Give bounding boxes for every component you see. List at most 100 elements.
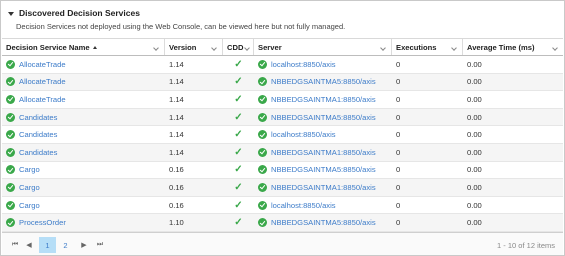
column-header-server[interactable]: Server — [254, 39, 392, 55]
service-name-link[interactable]: ProcessOrder — [19, 218, 66, 227]
average-time-cell: 0.00 — [463, 214, 563, 231]
panel-header[interactable]: Discovered Decision Services — [8, 7, 140, 19]
server-ok-icon — [258, 59, 267, 69]
service-name-link[interactable]: Cargo — [19, 183, 40, 192]
cdd-check-icon: ✓ — [234, 146, 243, 158]
server-link[interactable]: localhost:8850/axis — [271, 60, 336, 69]
column-header-name[interactable]: Decision Service Name — [2, 39, 165, 55]
server-link[interactable]: NBBEDGSAINTMA5:8850/axis — [271, 77, 376, 86]
service-name-link[interactable]: AllocateTrade — [19, 95, 66, 104]
server-link[interactable]: NBBEDGSAINTMA5:8850/axis — [271, 113, 376, 122]
version-value: 0.16 — [169, 165, 184, 175]
column-menu-chevron-icon[interactable] — [153, 45, 159, 51]
server-link[interactable]: localhost:8850/axis — [271, 201, 336, 210]
cdd-check-icon: ✓ — [234, 76, 243, 88]
table-row[interactable]: Cargo 0.16 ✓ NBBEDGSAINTMA1:8850/axis 0 0.00 — [2, 179, 563, 197]
column-header-version[interactable]: Version — [165, 39, 223, 55]
status-ok-icon — [6, 77, 15, 87]
server-cell: localhost:8850/axis — [254, 197, 392, 214]
prev-page-button[interactable]: ◀ — [22, 237, 36, 253]
status-ok-icon — [6, 130, 15, 140]
table-row[interactable]: AllocateTrade 1.14 ✓ NBBEDGSAINTMA5:8850/ax… — [2, 73, 563, 92]
service-name-link[interactable]: Candidates — [19, 113, 57, 122]
server-link[interactable]: NBBEDGSAINTMA1:8850/axis — [271, 183, 376, 192]
average-time-value: 0.00 — [467, 200, 482, 210]
status-ok-icon — [6, 59, 15, 69]
column-header-average-time[interactable]: Average Time (ms) — [463, 39, 563, 55]
executions-cell: 0 — [392, 162, 463, 179]
table-row[interactable]: AllocateTrade 1.14 ✓ NBBEDGSAINTMA1:8850/ax… — [2, 91, 563, 109]
last-page-button[interactable]: ⏭ — [93, 237, 107, 253]
next-page-button[interactable]: ▶ — [77, 237, 91, 253]
average-time-value: 0.00 — [467, 77, 482, 87]
executions-cell: 0 — [392, 91, 463, 108]
table-row[interactable]: Candidates 1.14 ✓ localhost:8850/axis 0 0.00 — [2, 126, 563, 144]
average-time-value: 0.00 — [467, 218, 482, 228]
grid-body: AllocateTrade 1.14 ✓ localhost:8850/axis 0 0.… — [2, 56, 563, 232]
service-name-link[interactable]: Candidates — [19, 130, 57, 139]
table-row[interactable]: ProcessOrder 1.10 ✓ NBBEDGSAINTMA5:8850/axi… — [2, 214, 563, 232]
server-link[interactable]: localhost:8850/axis — [271, 130, 336, 139]
name-cell: Cargo — [2, 179, 165, 196]
server-ok-icon — [258, 130, 267, 140]
executions-value: 0 — [396, 165, 401, 175]
service-name-link[interactable]: Cargo — [19, 165, 40, 174]
version-value: 1.14 — [169, 112, 184, 122]
cdd-cell: ✓ — [223, 74, 254, 91]
page-2-button[interactable]: 2 — [57, 237, 74, 253]
average-time-value: 0.00 — [467, 130, 482, 140]
status-ok-icon — [6, 147, 15, 157]
column-header-executions[interactable]: Executions — [392, 39, 463, 55]
average-time-cell: 0.00 — [463, 56, 563, 73]
service-name-link[interactable]: AllocateTrade — [19, 60, 66, 69]
column-header-cdd[interactable]: CDD — [223, 39, 254, 55]
column-menu-chevron-icon[interactable] — [552, 45, 558, 51]
name-cell: Candidates — [2, 126, 165, 143]
cdd-check-icon: ✓ — [234, 58, 243, 70]
server-link[interactable]: NBBEDGSAINTMA1:8850/axis — [271, 148, 376, 157]
first-page-button[interactable]: ⏮ — [8, 237, 22, 253]
server-link[interactable]: NBBEDGSAINTMA1:8850/axis — [271, 95, 376, 104]
column-menu-chevron-icon[interactable] — [211, 45, 217, 51]
service-name-link[interactable]: AllocateTrade — [19, 77, 66, 86]
version-value: 1.14 — [169, 59, 184, 69]
executions-value: 0 — [396, 182, 401, 192]
collapse-caret-icon[interactable] — [8, 11, 14, 16]
server-cell: NBBEDGSAINTMA5:8850/axis — [254, 162, 392, 179]
column-menu-chevron-icon[interactable] — [451, 45, 457, 51]
table-row[interactable]: AllocateTrade 1.14 ✓ localhost:8850/axis 0 0.… — [2, 56, 563, 74]
cdd-check-icon: ✓ — [234, 181, 243, 193]
server-ok-icon — [258, 112, 267, 122]
name-cell: AllocateTrade — [2, 91, 165, 108]
cdd-cell: ✓ — [223, 126, 254, 143]
service-name-link[interactable]: Candidates — [19, 148, 57, 157]
average-time-value: 0.00 — [467, 165, 482, 175]
executions-value: 0 — [396, 77, 401, 87]
server-ok-icon — [258, 182, 267, 192]
server-ok-icon — [258, 218, 267, 228]
server-ok-icon — [258, 165, 267, 175]
table-row[interactable]: Cargo 0.16 ✓ localhost:8850/axis 0 0.00 — [2, 197, 563, 215]
table-row[interactable]: Candidates 1.14 ✓ NBBEDGSAINTMA5:8850/axis 0… — [2, 108, 563, 127]
version-cell: 1.14 — [165, 126, 223, 143]
average-time-value: 0.00 — [467, 182, 482, 192]
column-menu-chevron-icon[interactable] — [244, 45, 250, 51]
cdd-check-icon: ✓ — [234, 93, 243, 105]
cdd-cell: ✓ — [223, 56, 254, 73]
name-cell: AllocateTrade — [2, 56, 165, 73]
server-link[interactable]: NBBEDGSAINTMA5:8850/axis — [271, 218, 376, 227]
average-time-value: 0.00 — [467, 112, 482, 122]
cdd-check-icon: ✓ — [234, 164, 243, 176]
cdd-cell: ✓ — [223, 144, 254, 161]
page-1-button[interactable]: 1 — [39, 237, 56, 253]
service-name-link[interactable]: Cargo — [19, 201, 40, 210]
name-cell: Cargo — [2, 162, 165, 179]
table-row[interactable]: Candidates 1.14 ✓ NBBEDGSAINTMA1:8850/axis 0… — [2, 143, 563, 162]
cdd-check-icon: ✓ — [234, 217, 243, 229]
table-row[interactable]: Cargo 0.16 ✓ NBBEDGSAINTMA5:8850/axis 0 0.00 — [2, 162, 563, 180]
column-menu-chevron-icon[interactable] — [380, 45, 386, 51]
server-link[interactable]: NBBEDGSAINTMA5:8850/axis — [271, 165, 376, 174]
average-time-cell: 0.00 — [463, 144, 563, 161]
cdd-check-icon: ✓ — [234, 111, 243, 123]
executions-cell: 0 — [392, 56, 463, 73]
